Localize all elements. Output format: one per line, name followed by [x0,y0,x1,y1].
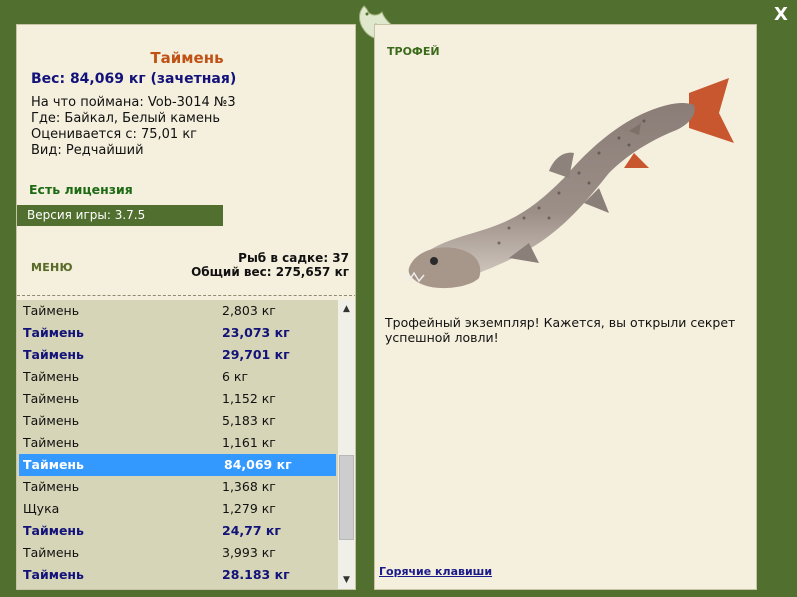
list-item[interactable]: Таймень 5,183 кг [17,410,338,432]
fish-dialog: X Таймень Вес: 84,069 кг (зачетная) На ч… [0,0,797,597]
fish-name-cell: Таймень [23,369,80,384]
fish-name-cell: Таймень [23,435,80,450]
license-status: Есть лицензия [29,182,133,197]
fish-name: Таймень [150,49,224,67]
fish-name-cell: Таймень [23,567,84,582]
list-item[interactable]: Таймень 1,152 кг [17,388,338,410]
location-label: Где: Байкал, Белый камень [31,111,221,126]
list-item[interactable]: Таймень 28.183 кг [17,564,338,586]
fish-name-cell: Таймень [23,303,80,318]
fish-weight-cell: 23,073 кг [222,325,290,340]
fish-weight-cell: 84,069 кг [224,457,292,472]
fish-name-cell: Таймень [23,325,84,340]
fish-weight-cell: 6 кг [222,369,249,384]
taimen-fish-image [403,78,734,289]
list-item[interactable]: Таймень 6 кг [17,366,338,388]
scrollbar[interactable]: ▲ ▼ [338,300,355,589]
fish-weight-cell: 1,161 кг [222,435,276,450]
list-item[interactable]: Таймень 24,77 кг [17,520,338,542]
fish-weight-cell: 29,701 кг [222,347,290,362]
fish-name-cell: Таймень [23,523,84,538]
fish-name-cell: Таймень [23,479,80,494]
trophy-panel: ТРОФЕЙ Трофейный экземпляр! Кажется, вы … [374,24,757,590]
fish-name-cell: Щука [23,501,60,516]
list-item[interactable]: Таймень 1,161 кг [17,432,338,454]
close-button[interactable]: X [770,4,792,26]
list-item[interactable]: Таймень 29,701 кг [17,344,338,366]
fish-weight: Вес: 84,069 кг (зачетная) [31,71,237,87]
list-item[interactable]: Таймень 3,993 кг [17,542,338,564]
fish-name-cell: Таймень [23,457,84,472]
fish-name-cell: Таймень [23,391,80,406]
total-weight: Общий вес: 275,657 кг [191,265,349,279]
scroll-up-icon[interactable]: ▲ [338,302,355,317]
catch-list[interactable]: Таймень 2,803 кг Таймень 23,073 кг Таймень 29… [17,300,338,589]
fish-weight-cell: 28.183 кг [222,567,290,582]
game-version: Версия игры: 3.7.5 [17,205,223,226]
fish-weight-cell: 5,183 кг [222,413,276,428]
fish-name-cell: Таймень [23,413,80,428]
menu-button[interactable]: МЕНЮ [31,261,73,274]
list-item[interactable]: Таймень 84,069 кг [19,454,336,476]
hotkeys-link[interactable]: Горячие клавиши [379,565,492,578]
list-item[interactable]: Щука 1,279 кг [17,498,338,520]
fish-name-cell: Таймень [23,347,84,362]
scroll-down-icon[interactable]: ▼ [338,573,355,588]
fish-weight-cell: 1,279 кг [222,501,276,516]
scroll-thumb[interactable] [339,455,354,540]
price-label: Оценивается с: 75,01 кг [31,127,198,142]
trophy-description: Трофейный экземпляр! Кажется, вы открыли… [385,315,736,345]
fish-name-cell: Таймень [23,545,80,560]
list-item[interactable]: Таймень 23,073 кг [17,322,338,344]
list-item[interactable]: Таймень 2,803 кг [17,300,338,322]
fish-weight-cell: 1,152 кг [222,391,276,406]
divider [17,295,355,296]
fish-weight-cell: 3,993 кг [222,545,276,560]
fish-count: Рыб в садке: 37 [238,251,349,265]
keepnet-stats: Рыб в садке: 37 Общий вес: 275,657 кг [191,251,349,279]
fish-info-panel: Таймень Вес: 84,069 кг (зачетная) На что… [16,24,356,590]
caught-on-label: На что поймана: Vob-3014 №3 [31,95,236,110]
fish-weight-cell: 24,77 кг [222,523,281,538]
list-item[interactable]: Таймень 1,368 кг [17,476,338,498]
fish-weight-cell: 1,368 кг [222,479,276,494]
rarity-label: Вид: Редчайший [31,143,144,158]
fish-weight-cell: 2,803 кг [222,303,276,318]
